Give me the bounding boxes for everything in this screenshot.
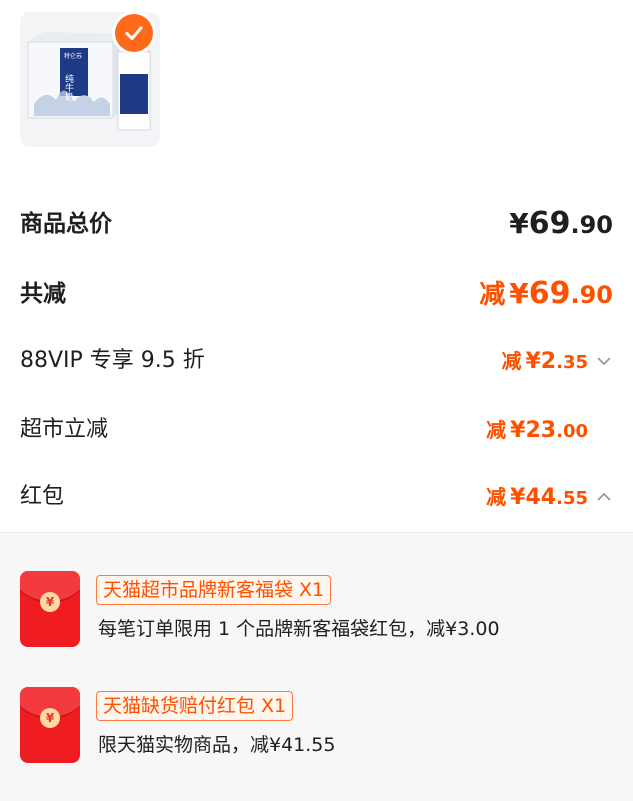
box-name-text: 纯牛奶 [63, 73, 74, 102]
red-packet-icon: ¥ [20, 687, 80, 763]
total-discount-label: 共减 [20, 281, 66, 307]
discount-amount: 减 ¥2.35 [501, 349, 588, 374]
total-discount-amount: 减 ¥69.90 [479, 276, 613, 311]
red-packet-icon: ¥ [20, 571, 80, 647]
discount-label: 超市立减 [20, 417, 109, 442]
chevron-down-icon[interactable] [595, 352, 613, 370]
total-price-label: 商品总价 [20, 211, 112, 237]
total-price-amount: ¥69.90 [509, 206, 613, 241]
box-brand-text: 特仑苏 [64, 52, 82, 60]
red-packet-panel: ¥ 天猫超市品牌新客福袋 X1 每笔订单限用 1 个品牌新客福袋红包，减¥3.0… [0, 532, 633, 801]
discount-amount: 减 ¥44.55 [486, 485, 588, 510]
discount-row-supermarket: 超市立减 减 ¥23.00 [20, 410, 613, 450]
red-packet-desc: 限天猫实物商品，减¥41.55 [98, 734, 336, 756]
discount-amount: 减 ¥23.00 [486, 418, 588, 443]
red-packet-tag: 天猫超市品牌新客福袋 X1 [96, 575, 332, 605]
discount-label: 红包 [20, 484, 65, 509]
red-packet-tag: 天猫缺货赔付红包 X1 [96, 691, 294, 721]
discount-label: 88VIP 专享 9.5 折 [20, 348, 205, 373]
red-packet-item: ¥ 天猫缺货赔付红包 X1 限天猫实物商品，减¥41.55 [20, 687, 623, 767]
red-packet-desc: 每笔订单限用 1 个品牌新客福袋红包，减¥3.00 [98, 618, 500, 640]
discount-row-red-packet[interactable]: 红包 减 ¥44.55 [20, 477, 613, 517]
chevron-up-icon[interactable] [595, 488, 613, 506]
red-packet-item: ¥ 天猫超市品牌新客福袋 X1 每笔订单限用 1 个品牌新客福袋红包，减¥3.0… [20, 571, 623, 651]
discount-row-88vip[interactable]: 88VIP 专享 9.5 折 减 ¥2.35 [20, 341, 613, 381]
total-price-row: 商品总价 ¥69.90 [20, 204, 613, 244]
selected-check-icon[interactable] [115, 14, 153, 52]
coin-icon: ¥ [40, 708, 60, 728]
coin-icon: ¥ [40, 592, 60, 612]
total-discount-row: 共减 减 ¥69.90 [20, 274, 613, 314]
